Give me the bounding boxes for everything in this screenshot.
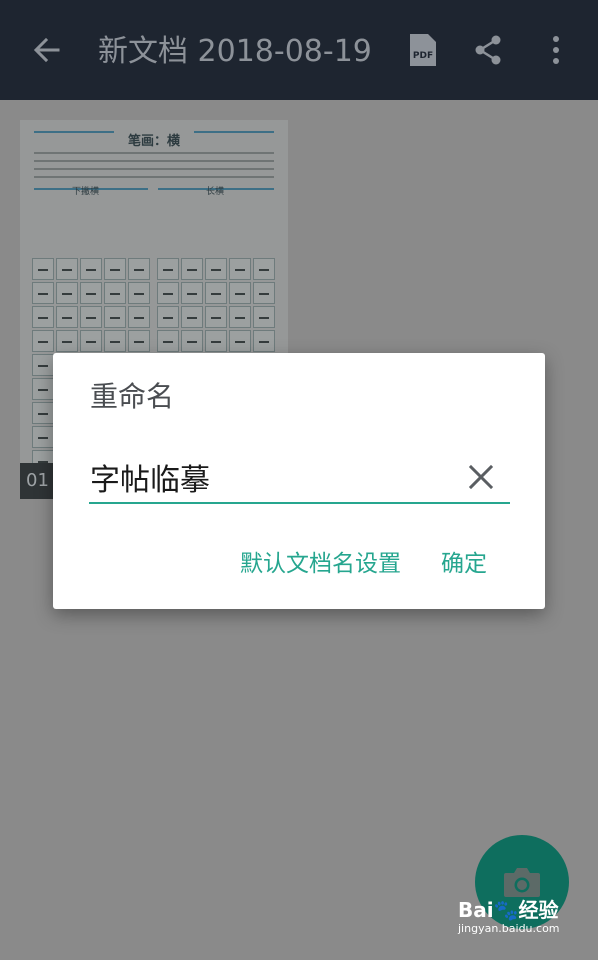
toolbar: 新文档 2018-08-19 PDF xyxy=(0,0,598,100)
app-screen: 新文档 2018-08-19 PDF 笔画：横 下撇横 长横 01 重命名 字帖… xyxy=(0,0,598,960)
share-icon[interactable] xyxy=(468,30,508,70)
pdf-export-icon[interactable]: PDF xyxy=(403,30,443,70)
dialog-title: 重命名 xyxy=(90,380,175,413)
rename-dialog: 重命名 默认文档名设置 确定 xyxy=(53,353,545,609)
clear-input-icon[interactable] xyxy=(463,459,499,495)
baidu-jingyan-watermark: Bai🐾经验 jingyan.baidu.com xyxy=(458,898,588,950)
camera-icon xyxy=(504,868,540,897)
confirm-button[interactable]: 确定 xyxy=(441,549,487,579)
pdf-label: PDF xyxy=(413,51,433,61)
document-name-input[interactable] xyxy=(90,453,474,501)
default-name-settings-button[interactable]: 默认文档名设置 xyxy=(240,549,401,579)
thumbnail-text-lines xyxy=(34,152,274,154)
watermark-logo: Bai🐾经验 xyxy=(458,898,559,922)
thumbnail-heading: 笔画：横 xyxy=(127,134,180,149)
watermark-url: jingyan.baidu.com xyxy=(458,922,560,935)
page-number-badge: 01 xyxy=(20,463,54,499)
document-title: 新文档 2018-08-19 xyxy=(98,34,372,69)
back-arrow-icon[interactable] xyxy=(27,30,67,70)
more-options-icon[interactable] xyxy=(536,30,576,70)
thumbnail-left-section: 下撇横 xyxy=(72,187,100,197)
input-underline xyxy=(89,502,510,504)
thumbnail-right-section: 长横 xyxy=(206,187,225,197)
